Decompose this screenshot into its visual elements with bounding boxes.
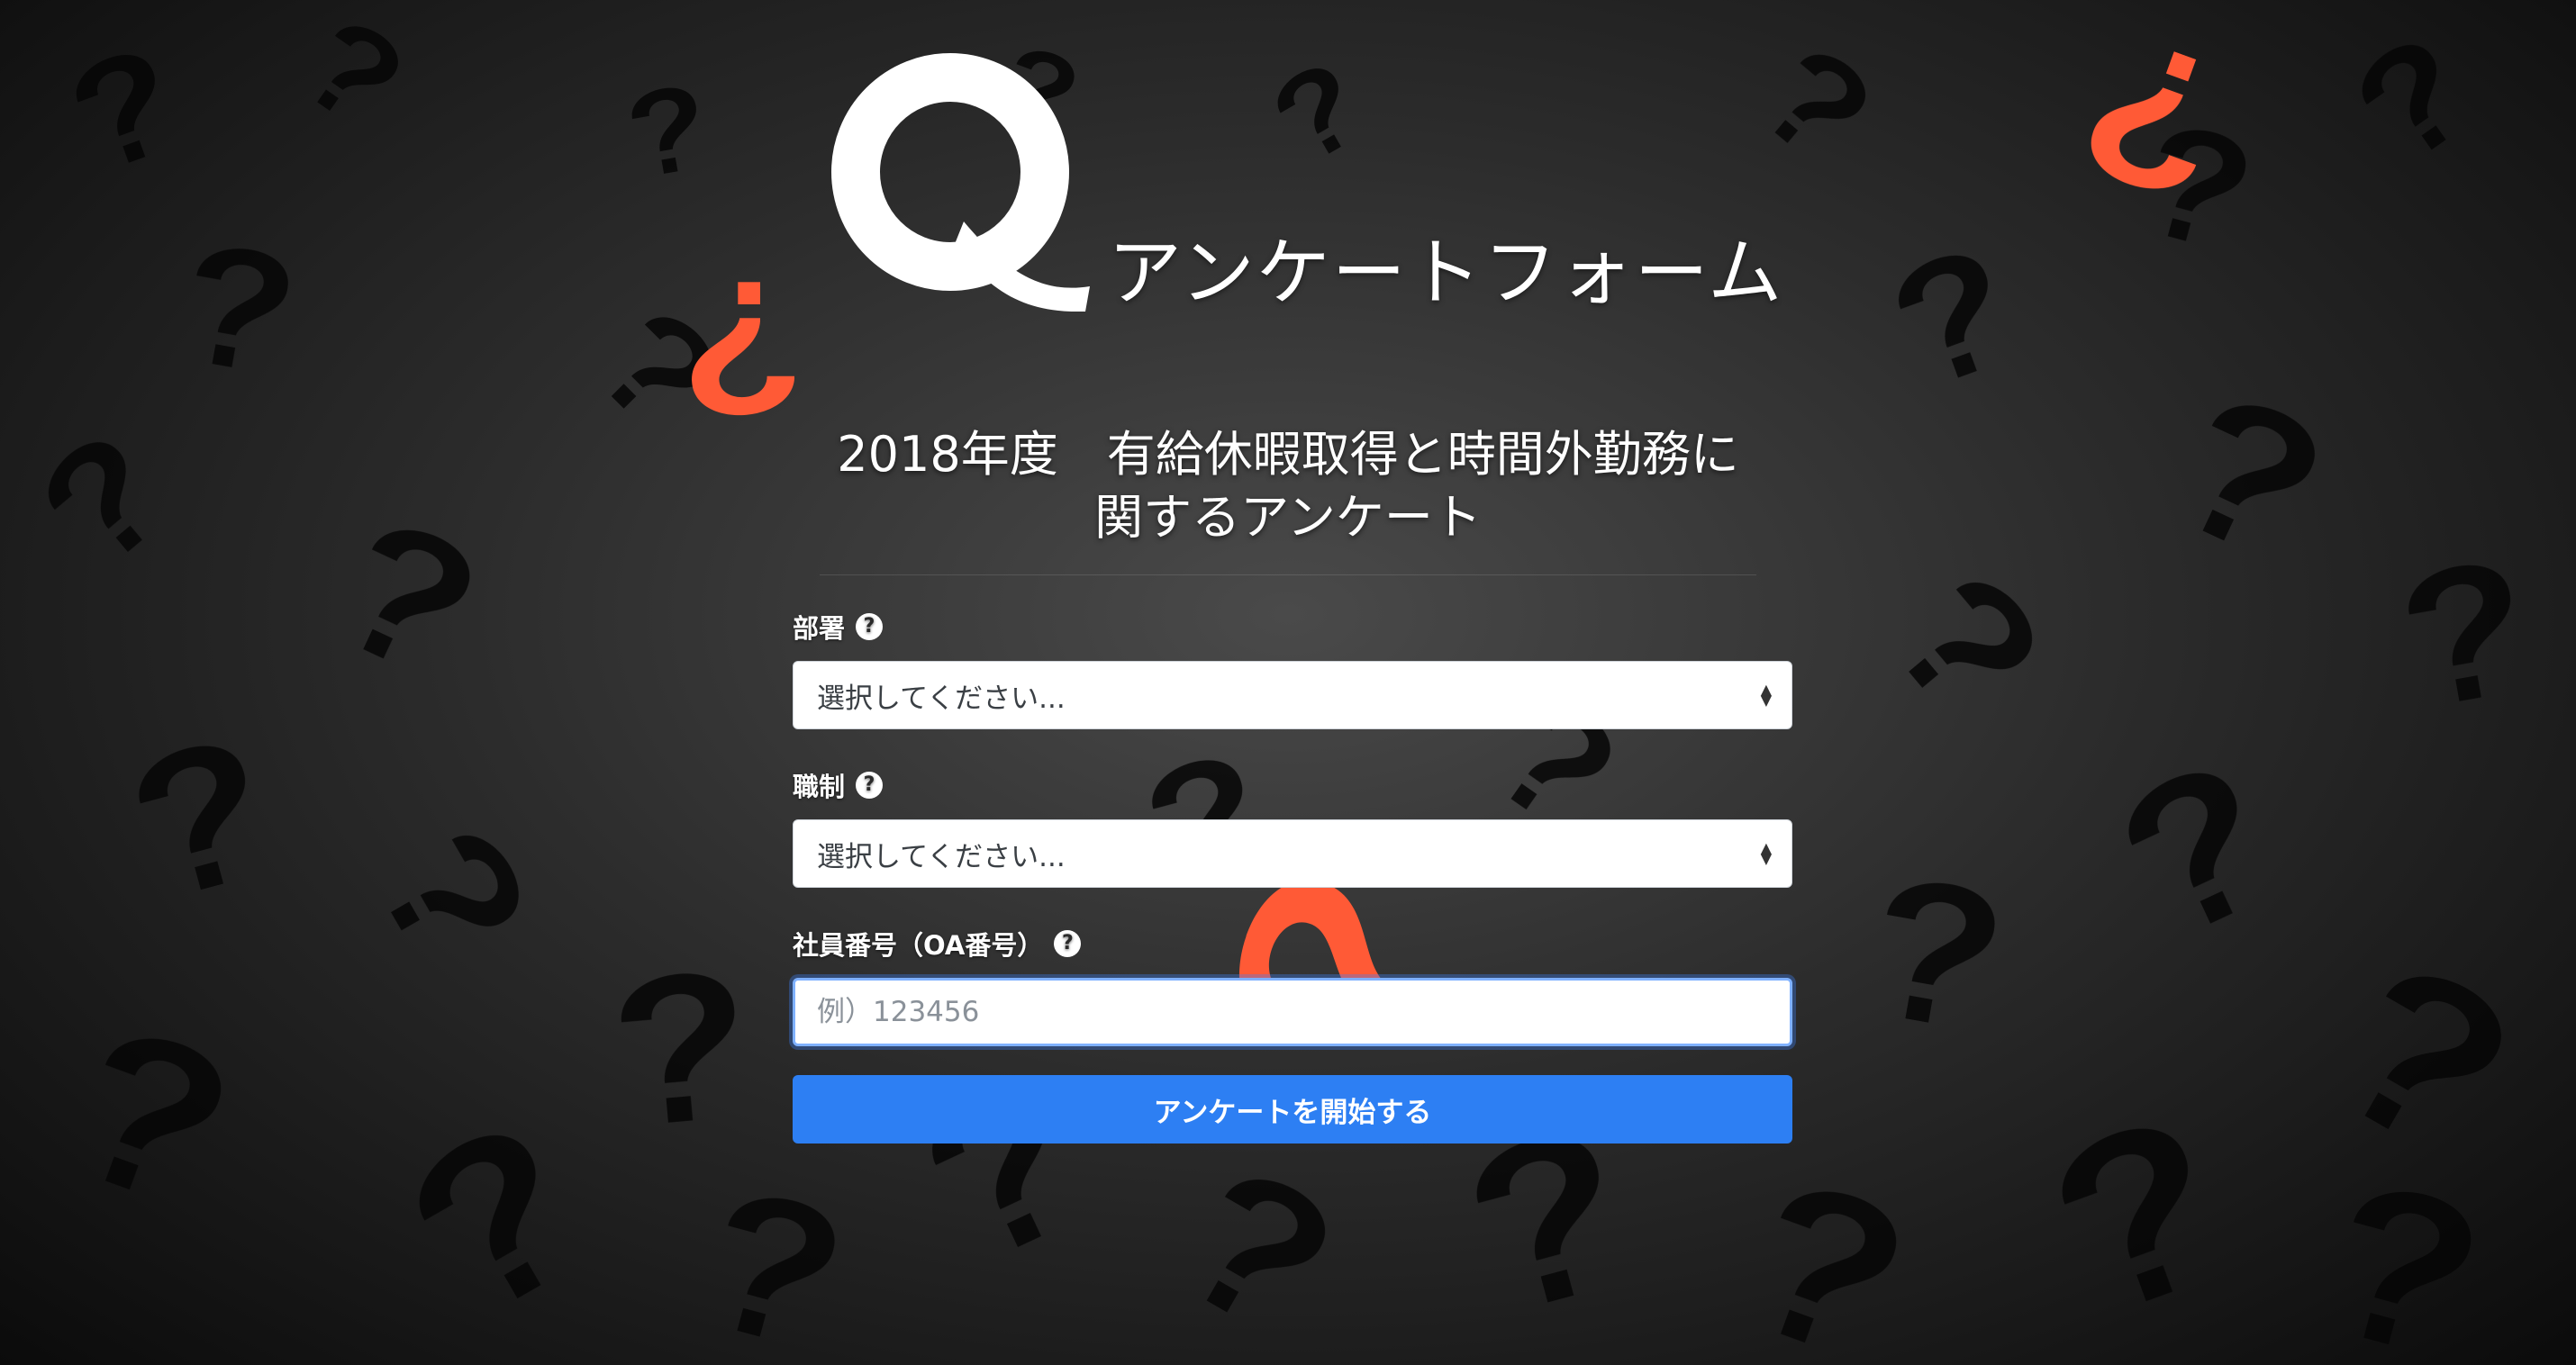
select-caret-icon: ▲ ▼: [1760, 839, 1772, 867]
employee-id-input[interactable]: [817, 981, 1790, 1044]
app-logo: アンケートフォーム: [829, 50, 1782, 321]
department-help-icon[interactable]: ?: [856, 613, 884, 640]
employee-id-group: 社員番号（OA番号） ?: [793, 920, 1792, 1046]
position-help-icon[interactable]: ?: [856, 772, 884, 799]
department-group: 部署 ? 選択してください... ▲ ▼: [793, 603, 1792, 729]
position-select[interactable]: 選択してください... ▲ ▼: [793, 819, 1792, 888]
title-line-1: 2018年度 有給休暇取得と時間外勤務に: [837, 426, 1739, 483]
department-select[interactable]: 選択してください... ▲ ▼: [793, 661, 1792, 729]
select-caret-icon: ▲ ▼: [1760, 681, 1772, 709]
position-label: 職制 ?: [793, 762, 1792, 809]
department-label: 部署 ?: [793, 603, 1792, 650]
employee-id-help-icon[interactable]: ?: [1054, 930, 1082, 957]
page-title: 2018年度 有給休暇取得と時間外勤務に 関するアンケート: [775, 423, 1801, 549]
title-divider: [820, 574, 1756, 575]
title-line-2: 関するアンケート: [1094, 489, 1482, 546]
logo-text: アンケートフォーム: [1108, 231, 1784, 316]
employee-id-field-wrapper: [793, 978, 1792, 1046]
employee-id-label-text: 社員番号（OA番号）: [793, 930, 1044, 961]
department-select-value: 選択してください...: [817, 682, 1066, 715]
start-survey-button[interactable]: アンケートを開始する: [793, 1075, 1792, 1144]
position-select-value: 選択してください...: [817, 840, 1066, 873]
position-group: 職制 ? 選択してください... ▲ ▼: [793, 762, 1792, 888]
department-label-text: 部署: [793, 613, 846, 644]
employee-id-label: 社員番号（OA番号） ?: [793, 920, 1792, 967]
position-label-text: 職制: [793, 772, 846, 802]
survey-form: 部署 ? 選択してください... ▲ ▼ 職制 ? 選択してください... ▲ ▼ …: [793, 603, 1792, 1144]
q-logo-icon: [831, 53, 1090, 312]
